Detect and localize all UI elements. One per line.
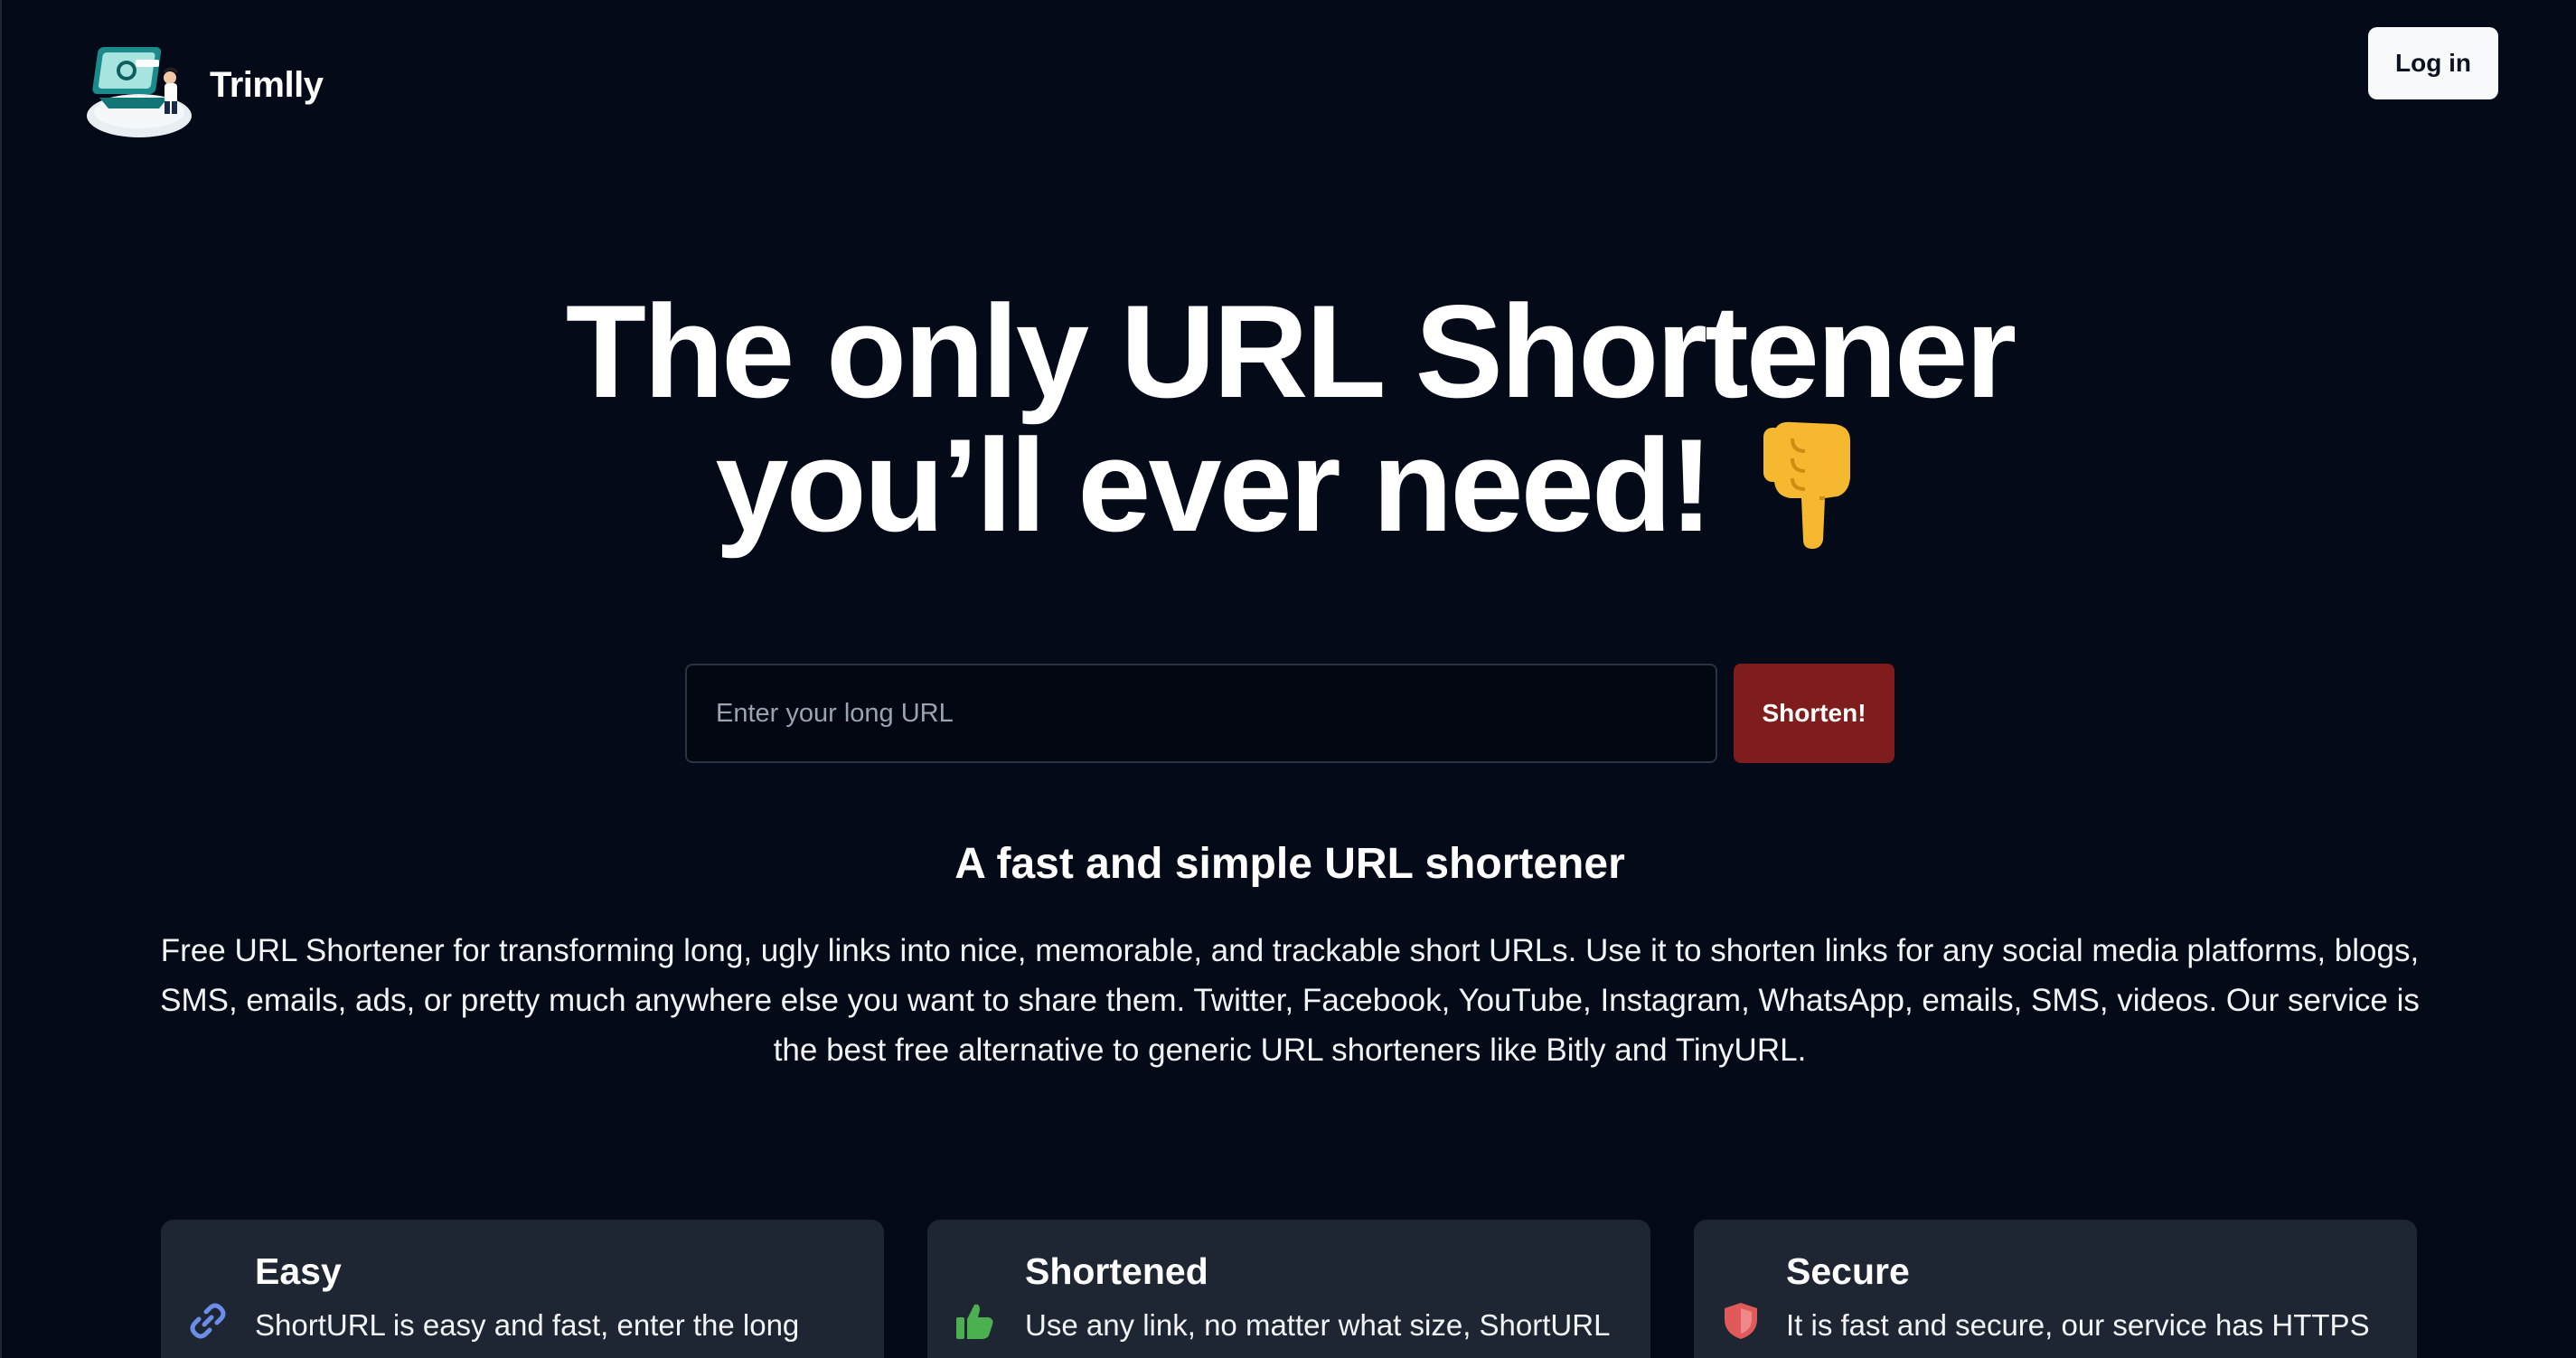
hero: The only URL Shortener you’ll ever need! [2,285,2576,554]
feature-title: Secure [1786,1250,1910,1292]
feature-card-shortened: Shortened Use any link, no matter what s… [927,1220,1650,1358]
feature-cards: Easy ShortURL is easy and fast, enter th… [161,1220,2417,1358]
feature-text: It is fast and secure, our service has H… [1786,1308,2370,1358]
feature-card-easy: Easy ShortURL is easy and fast, enter th… [161,1220,884,1358]
link-icon [190,1303,226,1339]
laptop-person-illustration-icon [87,47,192,137]
description-body: Free URL Shortener for transforming long… [160,933,2420,1068]
hand-pointing-down-icon [1763,421,1850,549]
feature-title: Shortened [1025,1250,1208,1292]
brand-name: Trimlly [210,64,324,105]
feature-text: ShortURL is easy and fast, enter the lon… [255,1308,800,1358]
shorten-form: Shorten! [685,664,1894,763]
shield-icon [1725,1303,1757,1339]
hero-title-line1: The only URL Shortener [565,278,2017,425]
feature-text: Use any link, no matter what size, Short… [1025,1308,1610,1358]
thumbs-up-icon [956,1304,993,1339]
url-input[interactable] [685,664,1717,763]
description-title: A fast and simple URL shortener [954,840,1625,888]
brand[interactable]: Trimlly [81,27,324,143]
hero-title: The only URL Shortener you’ll ever need! [2,285,2576,554]
feature-card-secure: Secure It is fast and secure, our servic… [1694,1220,2417,1358]
feature-title: Easy [255,1250,342,1292]
login-button[interactable]: Log in [2368,27,2498,99]
page: Trimlly Log in The only URL Shortener yo… [0,0,2576,1358]
hero-title-line2: you’ll ever need! [715,411,1713,559]
shorten-button[interactable]: Shorten! [1734,664,1894,763]
